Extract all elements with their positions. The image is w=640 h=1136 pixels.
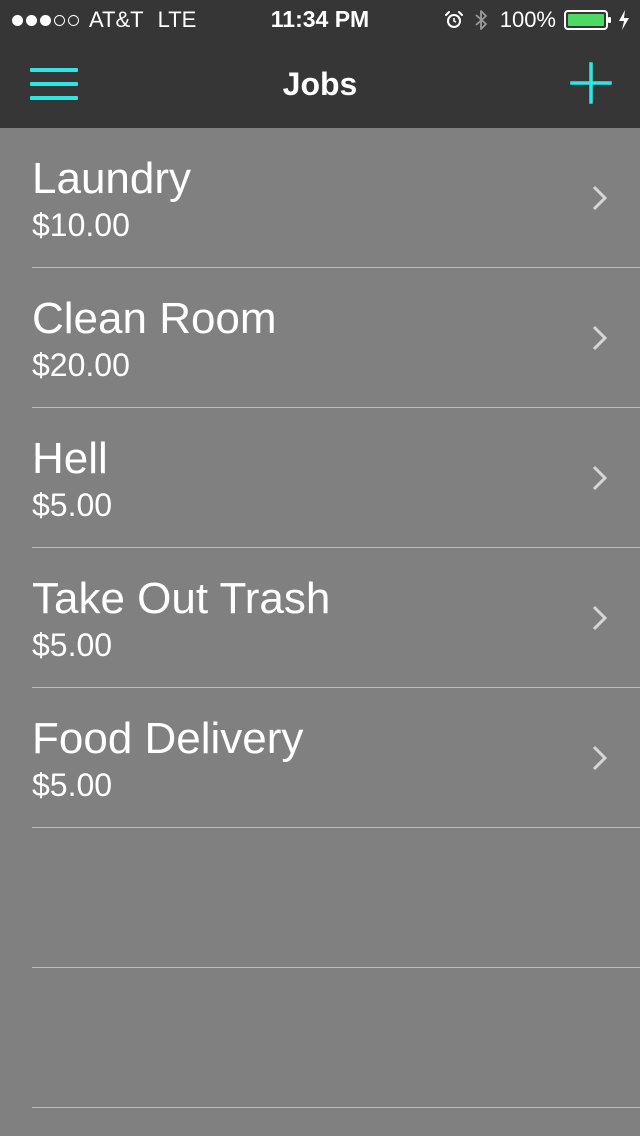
- job-price: $5.00: [32, 627, 113, 663]
- job-name: Food Delivery: [32, 714, 304, 763]
- job-price: $10.00: [32, 207, 130, 243]
- app-screen: AT&T LTE 11:34 PM 100% Jobs Laundry $10.…: [0, 0, 640, 1136]
- plus-icon: [570, 62, 612, 104]
- job-name: Hell: [32, 434, 108, 483]
- job-row[interactable]: Take Out Trash $5.00: [0, 548, 640, 688]
- job-price: $5.00: [32, 767, 113, 803]
- chevron-right-icon: [592, 185, 608, 211]
- battery-icon: [564, 10, 611, 30]
- job-row[interactable]: Laundry $10.00: [0, 128, 640, 268]
- row-separator: [32, 1107, 640, 1108]
- job-name: Take Out Trash: [32, 574, 331, 623]
- alarm-icon: [444, 11, 463, 28]
- top-bar: AT&T LTE 11:34 PM 100% Jobs: [0, 0, 640, 128]
- hamburger-menu-icon: [30, 68, 78, 100]
- job-row[interactable]: Hell $5.00: [0, 408, 640, 548]
- empty-row: [0, 968, 640, 1108]
- bluetooth-icon: [475, 10, 487, 30]
- status-bar: AT&T LTE 11:34 PM 100%: [0, 0, 640, 40]
- chevron-right-icon: [592, 605, 608, 631]
- menu-button[interactable]: [24, 54, 84, 114]
- job-price: $20.00: [32, 347, 130, 383]
- navigation-bar: Jobs: [0, 40, 640, 128]
- page-title: Jobs: [282, 66, 358, 102]
- chevron-right-icon: [592, 325, 608, 351]
- job-name: Clean Room: [32, 294, 277, 343]
- empty-row: [0, 828, 640, 968]
- add-job-button[interactable]: [566, 58, 616, 108]
- job-name: Laundry: [32, 154, 192, 203]
- job-price: $5.00: [32, 487, 113, 523]
- chevron-right-icon: [592, 465, 608, 491]
- charging-icon: [619, 10, 629, 30]
- job-row[interactable]: Clean Room $20.00: [0, 268, 640, 408]
- battery-percent: 100%: [499, 7, 556, 32]
- chevron-right-icon: [592, 745, 608, 771]
- status-right: 100%: [444, 7, 630, 32]
- job-list: Laundry $10.00 Clean Room $20.00 Hell $5…: [0, 128, 640, 1108]
- job-row[interactable]: Food Delivery $5.00: [0, 688, 640, 828]
